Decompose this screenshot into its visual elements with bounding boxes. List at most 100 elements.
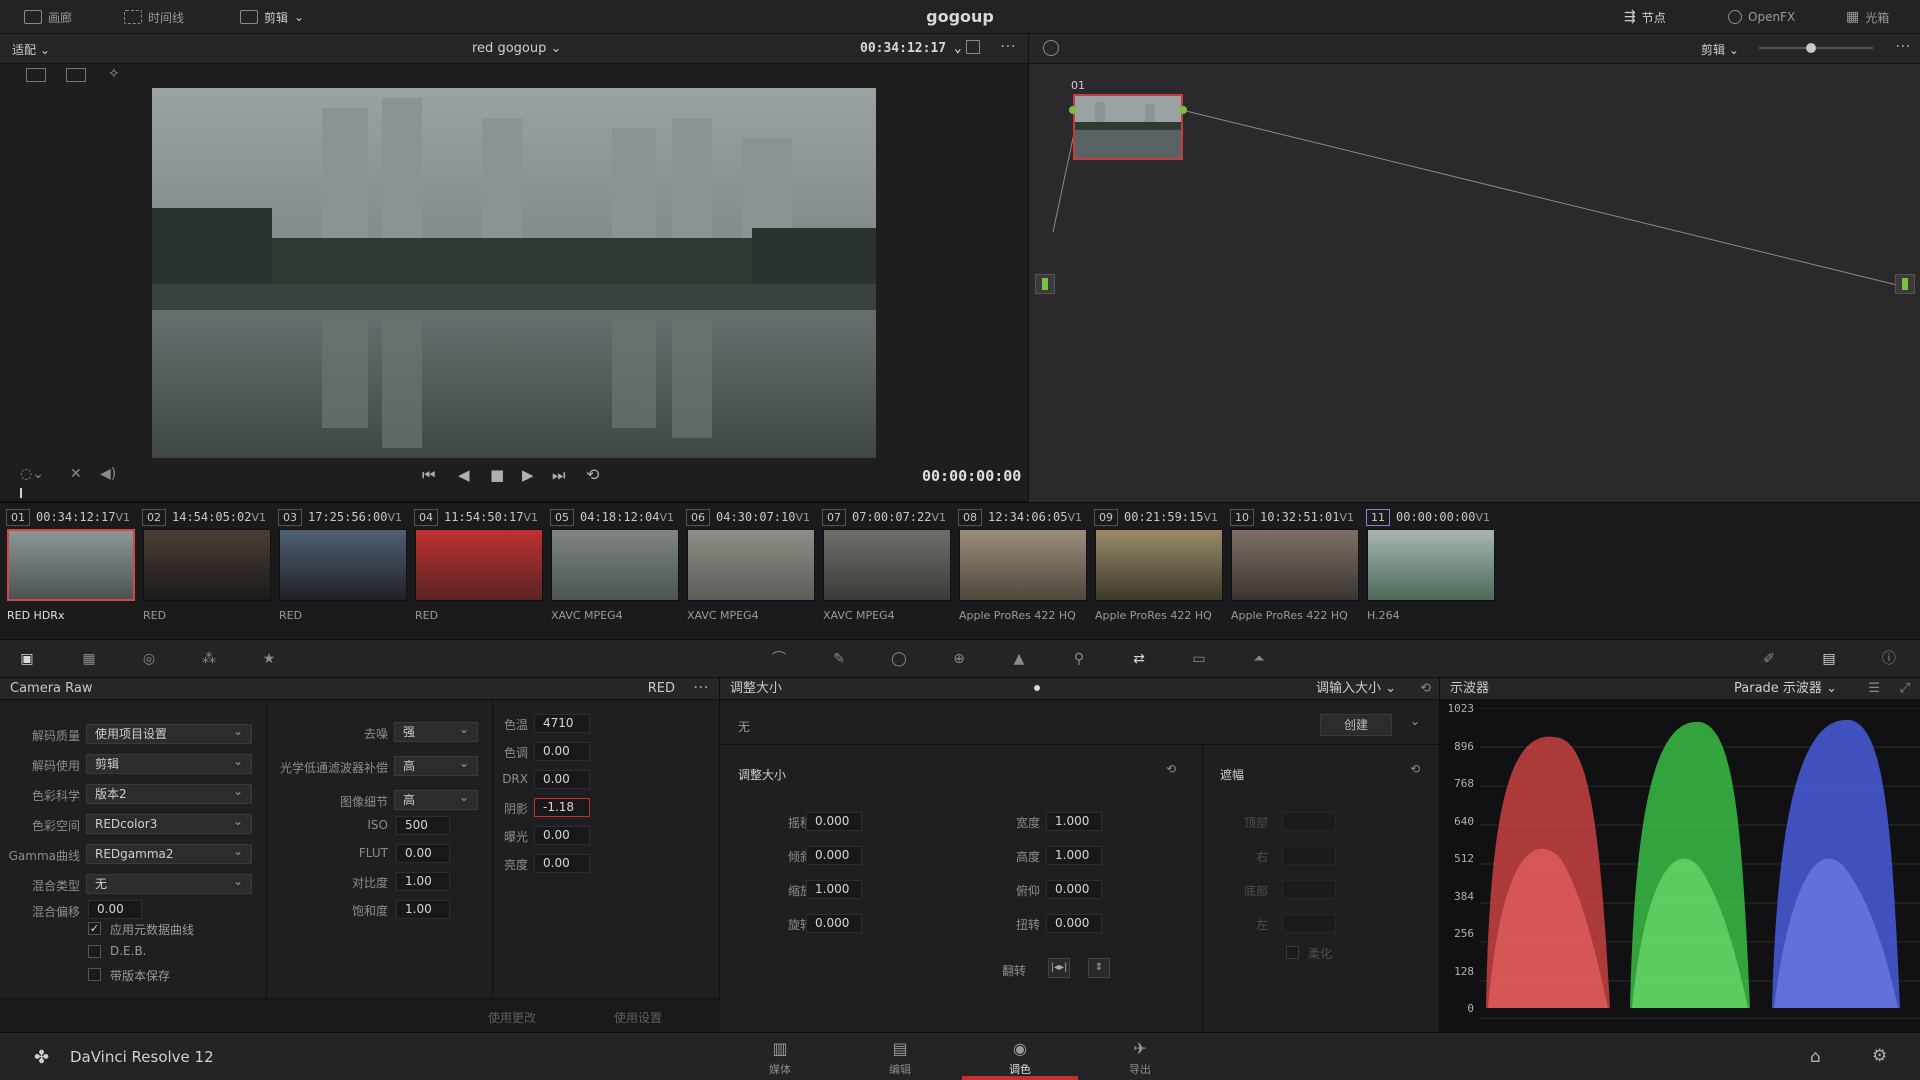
flip-vertical-button[interactable]: ⇕	[1088, 958, 1110, 978]
node-input-dot[interactable]	[1069, 106, 1077, 114]
raw-field-input[interactable]: 0.00	[534, 854, 590, 873]
clip-thumbnail-image[interactable]	[1231, 529, 1359, 601]
go-to-end-icon[interactable]: ⏭	[552, 466, 566, 484]
go-to-start-icon[interactable]: ⏮	[422, 466, 436, 484]
camera-raw-icon[interactable]: ▣	[18, 650, 36, 668]
scope-settings-icon[interactable]: ☰	[1868, 678, 1880, 700]
play-reverse-icon[interactable]: ◀	[458, 466, 470, 484]
fit-dropdown[interactable]: 适配 ⌄	[12, 41, 50, 58]
stop-icon[interactable]: ■	[490, 466, 504, 484]
stereo-3d-icon[interactable]: ▭	[1190, 650, 1208, 668]
nav-media-button[interactable]: ▥ 媒体	[745, 1039, 815, 1079]
raw-field-input[interactable]: 1.00	[396, 900, 450, 919]
split-view-icon[interactable]	[26, 68, 46, 82]
page-dot-active[interactable]	[1034, 685, 1040, 691]
raw-checkbox[interactable]: ✓	[88, 922, 101, 935]
clip-thumbnail-image[interactable]	[823, 529, 951, 601]
loop-icon[interactable]: ⟲	[586, 465, 599, 484]
motion-effects-icon[interactable]: ★	[260, 650, 278, 668]
gear-icon[interactable]: ⚙	[1872, 1046, 1887, 1066]
qualifier-icon[interactable]: ✎	[830, 650, 848, 668]
mask-field-input[interactable]	[1282, 880, 1336, 899]
clip-item[interactable]: 01 00:34:12:17 V1 RED HDRx	[0, 503, 136, 641]
sizing-field-input[interactable]: 0.000	[806, 846, 862, 865]
mask-field-input[interactable]	[1282, 846, 1336, 865]
clip-item[interactable]: 08 12:34:06:05 V1 Apple ProRes 422 HQ	[952, 503, 1088, 641]
curves-icon[interactable]: ⌒	[770, 650, 788, 668]
nav-deliver-button[interactable]: ✈ 导出	[1105, 1039, 1175, 1079]
color-node-01[interactable]	[1073, 94, 1183, 160]
node-output-dot[interactable]	[1179, 106, 1187, 114]
reset-icon[interactable]: ⟲	[1420, 678, 1431, 700]
apply-changes-button[interactable]: 使用更改	[488, 1009, 536, 1026]
mix-offset-input[interactable]: 0.00	[88, 900, 142, 919]
raw-checkbox[interactable]	[88, 945, 101, 958]
clip-item[interactable]: 06 04:30:07:10 V1 XAVC MPEG4	[680, 503, 816, 641]
raw-field-select[interactable]: 强	[394, 720, 478, 742]
color-match-icon[interactable]: ▦	[80, 650, 98, 668]
sizing-icon[interactable]: ⇄	[1130, 650, 1148, 668]
expand-icon[interactable]: ⤢	[1900, 678, 1910, 700]
raw-field-select[interactable]: REDgamma2	[86, 842, 252, 864]
color-picker-icon[interactable]: ✐	[1760, 650, 1778, 668]
keyframes-icon[interactable]: ⏶	[1250, 650, 1268, 668]
mask-field-input[interactable]	[1282, 914, 1336, 933]
use-settings-button[interactable]: 使用设置	[614, 1009, 662, 1026]
home-icon[interactable]: ⌂	[1810, 1047, 1821, 1067]
raw-field-input[interactable]: 4710	[534, 714, 590, 733]
lightbox-button[interactable]: ▦ 光箱	[1846, 7, 1889, 27]
clip-item[interactable]: 03 17:25:56:00 V1 RED	[272, 503, 408, 641]
source-input-node[interactable]	[1035, 274, 1055, 294]
sizing-field-input[interactable]: 0.000	[1046, 880, 1102, 899]
sizing-field-input[interactable]: 0.000	[806, 914, 862, 933]
clip-item[interactable]: 05 04:18:12:04 V1 XAVC MPEG4	[544, 503, 680, 641]
play-icon[interactable]: ▶	[522, 466, 534, 484]
chevron-down-icon[interactable]: ⌄	[1410, 714, 1420, 728]
clip-item[interactable]: 09 00:21:59:15 V1 Apple ProRes 422 HQ	[1088, 503, 1224, 641]
raw-field-input[interactable]: -1.18	[534, 798, 590, 817]
raw-field-input[interactable]: 0.00	[534, 742, 590, 761]
clip-thumbnail-image[interactable]	[551, 529, 679, 601]
clip-item[interactable]: 04 11:54:50:17 V1 RED	[408, 503, 544, 641]
rgb-mixer-icon[interactable]: ⁂	[200, 650, 218, 668]
output-node[interactable]	[1895, 274, 1915, 294]
clip-item[interactable]: 07 07:00:07:22 V1 XAVC MPEG4	[816, 503, 952, 641]
clips-button[interactable]: 剪辑 ⌄	[240, 7, 304, 27]
sizing-field-input[interactable]: 0.000	[806, 812, 862, 831]
mask-field-input[interactable]	[1282, 812, 1336, 831]
clip-thumbnail-image[interactable]	[1095, 529, 1223, 601]
node-mode-dropdown[interactable]: 剪辑 ⌄	[1701, 41, 1739, 58]
fullscreen-icon[interactable]	[966, 40, 980, 54]
bypass-icon[interactable]: ✕	[70, 466, 82, 482]
magic-wand-icon[interactable]: ✧	[108, 66, 120, 82]
raw-field-input[interactable]: 500	[396, 816, 450, 835]
clip-thumbnail-image[interactable]	[1367, 529, 1495, 601]
more-options-icon[interactable]: ⋯	[1895, 36, 1911, 55]
flip-horizontal-button[interactable]: |◂▸|	[1048, 958, 1070, 978]
bypass-node-icon[interactable]	[1043, 40, 1059, 56]
timeline-name-dropdown[interactable]: red gogoup ⌄	[472, 41, 561, 56]
info-icon[interactable]: ⓘ	[1880, 650, 1898, 668]
clip-item[interactable]: 10 10:32:51:01 V1 Apple ProRes 422 HQ	[1224, 503, 1360, 641]
raw-field-input[interactable]: 0.00	[534, 826, 590, 845]
scrubber-bar[interactable]	[0, 488, 1028, 502]
color-wheels-icon[interactable]: ◎	[140, 650, 158, 668]
raw-field-select[interactable]: 高	[394, 754, 478, 776]
loop-selection-icon[interactable]: ◌⌄	[20, 466, 44, 482]
sizing-mode-dropdown[interactable]: 调输入大小 ⌄	[1316, 678, 1396, 700]
playhead-marker[interactable]	[20, 488, 22, 498]
more-options-icon[interactable]: ⋯	[1000, 36, 1016, 55]
raw-field-select[interactable]: 无	[86, 872, 252, 894]
raw-field-input[interactable]: 0.00	[396, 844, 450, 863]
timeline-button[interactable]: 时间线	[124, 7, 184, 27]
clip-thumbnail-image[interactable]	[959, 529, 1087, 601]
blur-icon[interactable]: ▲	[1010, 650, 1028, 668]
sizing-field-input[interactable]: 0.000	[1046, 914, 1102, 933]
clip-thumbnail-image[interactable]	[7, 529, 135, 601]
raw-field-input[interactable]: 0.00	[534, 770, 590, 789]
clip-thumbnail-image[interactable]	[279, 529, 407, 601]
sizing-field-input[interactable]: 1.000	[1046, 812, 1102, 831]
node-zoom-slider[interactable]	[1759, 43, 1873, 53]
sizing-field-input[interactable]: 1.000	[1046, 846, 1102, 865]
scope-mode-dropdown[interactable]: Parade 示波器 ⌄	[1734, 678, 1837, 700]
